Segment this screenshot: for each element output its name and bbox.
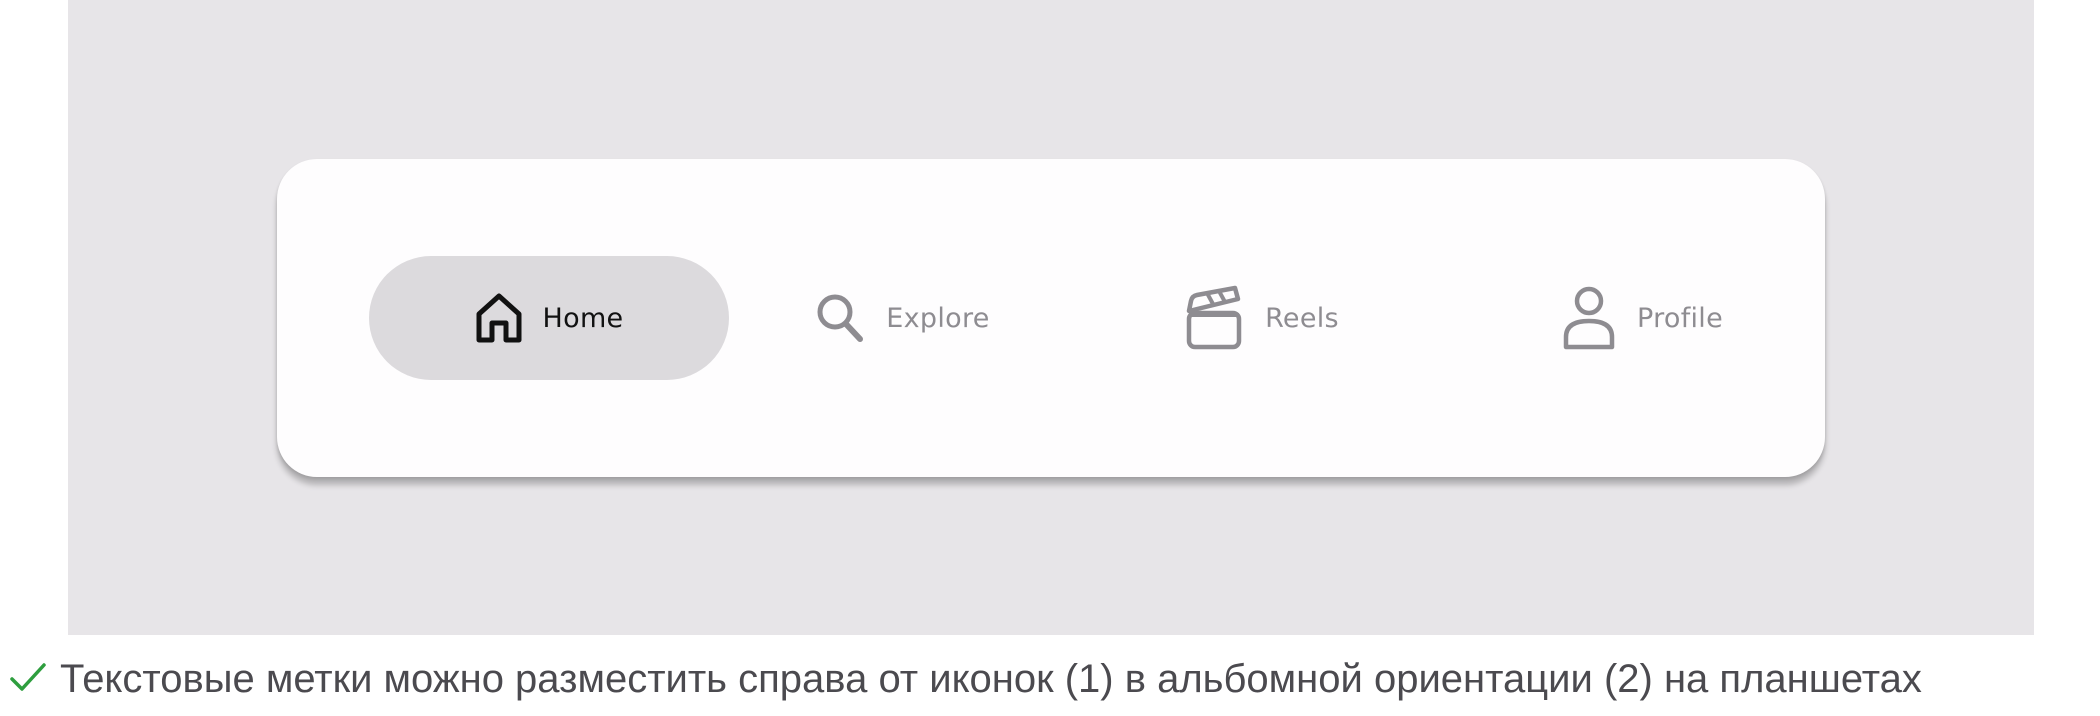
search-icon [814, 291, 866, 345]
person-icon [1561, 285, 1617, 351]
nav-label-reels: Reels [1265, 302, 1339, 334]
caption-text: Текстовые метки можно разместить справа … [60, 656, 1922, 701]
checkmark-icon [8, 657, 48, 701]
nav-label-home: Home [542, 302, 624, 334]
nav-label-explore: Explore [886, 302, 990, 334]
nav-item-profile[interactable]: Profile [1477, 256, 1807, 380]
navigation-bar: Home Explore Reels Profile [277, 159, 1825, 477]
clapperboard-icon [1185, 285, 1245, 351]
nav-item-home[interactable]: Home [369, 256, 729, 380]
nav-item-explore[interactable]: Explore [737, 256, 1067, 380]
home-icon [475, 292, 523, 344]
guideline-caption: Текстовые метки можно разместить справа … [8, 652, 1922, 706]
nav-item-reels[interactable]: Reels [1097, 256, 1427, 380]
preview-canvas: Home Explore Reels Profile [68, 0, 2034, 635]
nav-label-profile: Profile [1636, 302, 1724, 334]
